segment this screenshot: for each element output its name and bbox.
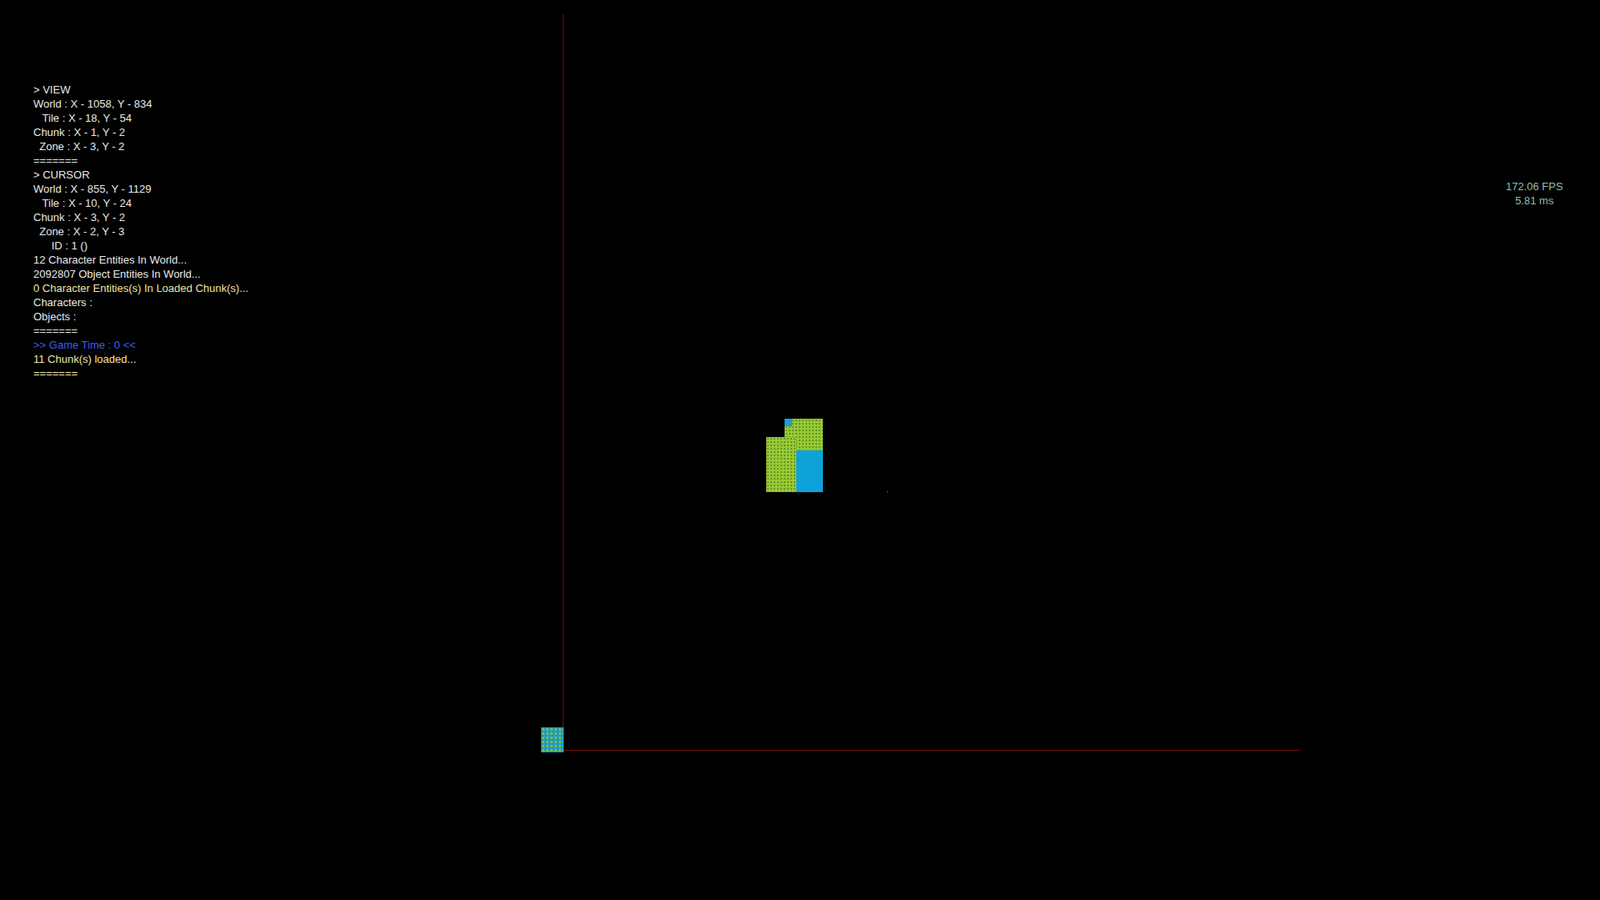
debug-line: 2092807 Object Entities In World... (33, 266, 249, 281)
debug-line: ID : 1 () (33, 238, 249, 253)
terrain-chunk (541, 727, 564, 753)
debug-line: > VIEW (33, 82, 249, 97)
y-axis (562, 14, 564, 751)
debug-line: ======= (33, 323, 249, 338)
debug-line: World : X - 855, Y - 1129 (33, 181, 249, 196)
debug-line: 0 Character Entities(s) In Loaded Chunk(… (33, 280, 249, 296)
water-tile (784, 418, 793, 427)
debug-line: Objects : (33, 309, 249, 324)
debug-line: 12 Character Entities In World... (33, 252, 249, 267)
perf-panel: 172.06 FPS 5.81 ms (1505, 179, 1564, 208)
debug-line: > CURSOR (33, 167, 249, 182)
debug-line: ======= (33, 153, 249, 168)
debug-line: Zone : X - 3, Y - 2 (33, 139, 249, 154)
debug-line: 11 Chunk(s) loaded... (33, 351, 249, 367)
debug-line: Zone : X - 2, Y - 3 (33, 224, 249, 239)
frame-time: 5.81 ms (1514, 193, 1554, 208)
fps-counter: 172.06 FPS (1505, 179, 1564, 194)
debug-line: Tile : X - 18, Y - 54 (33, 110, 249, 126)
debug-line: Characters : (33, 295, 249, 310)
debug-line: Chunk : X - 1, Y - 2 (33, 125, 249, 140)
terrain-chunk (766, 436, 797, 492)
water-chunk (796, 450, 823, 492)
debug-line: >> Game Time : 0 << (33, 337, 249, 352)
marker-dot (887, 491, 888, 492)
debug-panel: > VIEWWorld : X - 1058, Y - 834 Tile : X… (33, 82, 249, 381)
debug-line: World : X - 1058, Y - 834 (33, 96, 249, 111)
x-axis (562, 749, 1301, 751)
debug-line: Tile : X - 10, Y - 24 (33, 195, 249, 211)
debug-line: ======= (33, 366, 249, 381)
debug-line: Chunk : X - 3, Y - 2 (33, 210, 249, 225)
